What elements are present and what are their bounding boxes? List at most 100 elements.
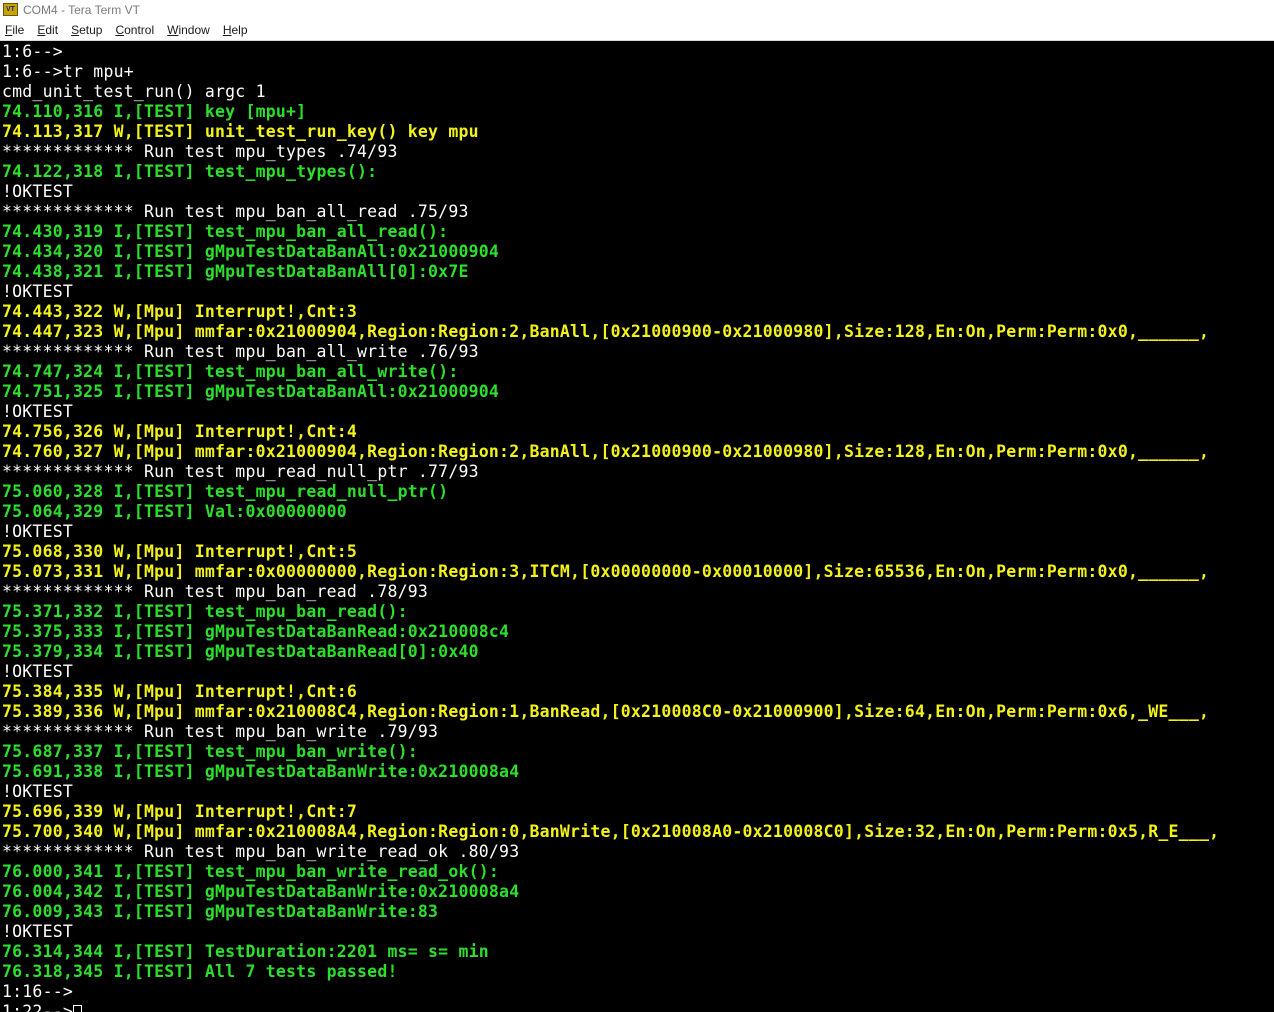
terminal-line: 76.009,343 I,[TEST] gMpuTestDataBanWrite… — [2, 902, 438, 922]
terminal-line: 1:16--> — [2, 982, 73, 1002]
terminal-line-text: 75.389,336 W,[Mpu] mmfar:0x210008C4,Regi… — [2, 702, 1210, 721]
terminal-line-text: !OKTEST — [2, 402, 74, 421]
terminal-line: 74.756,326 W,[Mpu] Interrupt!,Cnt:4 — [2, 422, 357, 442]
menu-window[interactable]: Window — [162, 23, 215, 37]
terminal-line: 1:6-->tr mpu+ — [2, 62, 134, 82]
terminal-line-text: 75.068,330 W,[Mpu] Interrupt!,Cnt:5 — [2, 542, 358, 561]
terminal-line-text: 74.438,321 I,[TEST] gMpuTestDataBanAll[0… — [2, 262, 469, 281]
terminal-line-text: 74.760,327 W,[Mpu] mmfar:0x21000904,Regi… — [2, 442, 1210, 461]
terminal-line-text: ************* Run test mpu_types .74/93 — [2, 142, 398, 161]
terminal-line-text: ************* Run test mpu_ban_all_write… — [2, 342, 479, 361]
window-title: COM4 - Tera Term VT — [23, 2, 140, 17]
terminal-line-text: 75.375,333 I,[TEST] gMpuTestDataBanRead:… — [2, 622, 510, 641]
terminal-line: 75.687,337 I,[TEST] test_mpu_ban_write()… — [2, 742, 418, 762]
terminal-line: ************* Run test mpu_ban_all_write… — [2, 342, 479, 362]
terminal-line: ************* Run test mpu_ban_write_rea… — [2, 842, 519, 862]
menu-label-rest: dit — [45, 22, 59, 37]
terminal-line: ************* Run test mpu_read_null_ptr… — [2, 462, 479, 482]
terminal-line-text: 75.384,335 W,[Mpu] Interrupt!,Cnt:6 — [2, 682, 358, 701]
terminal-line-text: 75.073,331 W,[Mpu] mmfar:0x00000000,Regi… — [2, 562, 1210, 581]
terminal-line-text: 74.747,324 I,[TEST] test_mpu_ban_all_wri… — [2, 362, 459, 381]
terminal-line-text: 74.122,318 I,[TEST] test_mpu_types(): — [2, 162, 378, 181]
terminal-line: !OKTEST — [2, 282, 73, 302]
menu-bar: File Edit Setup Control Window Help — [0, 19, 1274, 41]
menu-label-rest: etup — [79, 22, 103, 37]
terminal-line: 1:6--> — [2, 42, 63, 62]
terminal-line: 74.443,322 W,[Mpu] Interrupt!,Cnt:3 — [2, 302, 357, 322]
terminal-line: 74.430,319 I,[TEST] test_mpu_ban_all_rea… — [2, 222, 448, 242]
terminal-line-text: !OKTEST — [2, 782, 74, 801]
terminal-line: 74.113,317 W,[TEST] unit_test_run_key() … — [2, 122, 479, 142]
terminal-line: 75.064,329 I,[TEST] Val:0x00000000 — [2, 502, 347, 522]
terminal-line-text: ************* Run test mpu_ban_write .79… — [2, 722, 439, 741]
terminal-line: 74.438,321 I,[TEST] gMpuTestDataBanAll[0… — [2, 262, 469, 282]
terminal-line-text: !OKTEST — [2, 182, 74, 201]
terminal-line: 75.384,335 W,[Mpu] Interrupt!,Cnt:6 — [2, 682, 357, 702]
terminal-line-text: 74.110,316 I,[TEST] key [mpu+] — [2, 102, 307, 121]
terminal-line-text: 76.009,343 I,[TEST] gMpuTestDataBanWrite… — [2, 902, 439, 921]
terminal-line-text: 74.756,326 W,[Mpu] Interrupt!,Cnt:4 — [2, 422, 358, 441]
terminal-line: 75.068,330 W,[Mpu] Interrupt!,Cnt:5 — [2, 542, 357, 562]
terminal-line: !OKTEST — [2, 182, 73, 202]
terminal-line: ************* Run test mpu_ban_write .79… — [2, 722, 438, 742]
terminal-line: !OKTEST — [2, 522, 73, 542]
terminal-line: 76.004,342 I,[TEST] gMpuTestDataBanWrite… — [2, 882, 519, 902]
menu-accelerator: W — [167, 22, 179, 37]
menu-setup[interactable]: Setup — [66, 23, 107, 37]
terminal-line-text: 1:6-->tr mpu+ — [2, 62, 134, 81]
terminal-line: 75.371,332 I,[TEST] test_mpu_ban_read(): — [2, 602, 408, 622]
menu-file[interactable]: File — [0, 23, 29, 37]
terminal-line: 75.060,328 I,[TEST] test_mpu_read_null_p… — [2, 482, 448, 502]
terminal-line: cmd_unit_test_run() argc 1 — [2, 82, 266, 102]
terminal-line-text: 75.700,340 W,[Mpu] mmfar:0x210008A4,Regi… — [2, 822, 1220, 841]
terminal-line: 75.375,333 I,[TEST] gMpuTestDataBanRead:… — [2, 622, 509, 642]
menu-accelerator: S — [71, 22, 80, 37]
terminal-line-text: 76.000,341 I,[TEST] test_mpu_ban_write_r… — [2, 862, 500, 881]
terminal-line: 74.434,320 I,[TEST] gMpuTestDataBanAll:0… — [2, 242, 499, 262]
terminal-line: 75.691,338 I,[TEST] gMpuTestDataBanWrite… — [2, 762, 519, 782]
terminal-line: 75.073,331 W,[Mpu] mmfar:0x00000000,Regi… — [2, 562, 1209, 582]
terminal-line-text: 76.004,342 I,[TEST] gMpuTestDataBanWrite… — [2, 882, 520, 901]
terminal-line-text: 1:6--> — [2, 42, 63, 61]
terminal-line: 74.447,323 W,[Mpu] mmfar:0x21000904,Regi… — [2, 322, 1209, 342]
teraterm-window: VT COM4 - Tera Term VT File Edit Setup Cont… — [0, 0, 1274, 1012]
terminal-line: 74.747,324 I,[TEST] test_mpu_ban_all_wri… — [2, 362, 458, 382]
terminal-line-text: 75.371,332 I,[TEST] test_mpu_ban_read(): — [2, 602, 408, 621]
terminal-line: 74.122,318 I,[TEST] test_mpu_types(): — [2, 162, 377, 182]
terminal-line-text: 74.447,323 W,[Mpu] mmfar:0x21000904,Regi… — [2, 322, 1210, 341]
terminal-line-text: !OKTEST — [2, 282, 74, 301]
terminal-line: 75.389,336 W,[Mpu] mmfar:0x210008C4,Regi… — [2, 702, 1209, 722]
terminal-line: 74.760,327 W,[Mpu] mmfar:0x21000904,Regi… — [2, 442, 1209, 462]
terminal-line-text: 76.318,345 I,[TEST] All 7 tests passed! — [2, 962, 398, 981]
terminal-line-text: 1:16--> — [2, 982, 74, 1001]
menu-label-rest: elp — [231, 22, 248, 37]
terminal-line-text: ************* Run test mpu_ban_read .78/… — [2, 582, 429, 601]
menu-control[interactable]: Control — [110, 23, 159, 37]
terminal-line-text: 74.430,319 I,[TEST] test_mpu_ban_all_rea… — [2, 222, 449, 241]
menu-label-rest: ile — [12, 22, 25, 37]
terminal-line: ************* Run test mpu_ban_read .78/… — [2, 582, 428, 602]
terminal-line-text: 75.687,337 I,[TEST] test_mpu_ban_write()… — [2, 742, 418, 761]
terminal-line-text: ************* Run test mpu_ban_all_read … — [2, 202, 469, 221]
terminal-line: ************* Run test mpu_ban_all_read … — [2, 202, 469, 222]
terminal-line-text: !OKTEST — [2, 922, 74, 941]
terminal-line: 76.318,345 I,[TEST] All 7 tests passed! — [2, 962, 398, 982]
terminal-line: !OKTEST — [2, 922, 73, 942]
terminal-line-text: 1:22--> — [2, 1002, 74, 1012]
menu-label-rest: indow — [178, 22, 210, 37]
terminal-line-text: 74.113,317 W,[TEST] unit_test_run_key() … — [2, 122, 479, 141]
text-cursor — [73, 1005, 83, 1012]
title-bar[interactable]: VT COM4 - Tera Term VT — [0, 0, 1274, 19]
teraterm-app-icon: VT — [3, 3, 18, 16]
menu-help[interactable]: Help — [218, 23, 253, 37]
menu-edit[interactable]: Edit — [32, 23, 63, 37]
terminal-line: 75.700,340 W,[Mpu] mmfar:0x210008A4,Regi… — [2, 822, 1219, 842]
terminal-line: 1:22--> — [2, 1002, 83, 1012]
terminal-line: 74.751,325 I,[TEST] gMpuTestDataBanAll:0… — [2, 382, 499, 402]
terminal-output[interactable]: 1:6--> 1:6-->tr mpu+ cmd_unit_test_run() a… — [0, 41, 1274, 1012]
terminal-line: 74.110,316 I,[TEST] key [mpu+] — [2, 102, 306, 122]
terminal-line-text: !OKTEST — [2, 522, 74, 541]
terminal-line-text: 75.060,328 I,[TEST] test_mpu_read_null_p… — [2, 482, 449, 501]
terminal-line-text: 74.434,320 I,[TEST] gMpuTestDataBanAll:0… — [2, 242, 500, 261]
terminal-line: !OKTEST — [2, 782, 73, 802]
